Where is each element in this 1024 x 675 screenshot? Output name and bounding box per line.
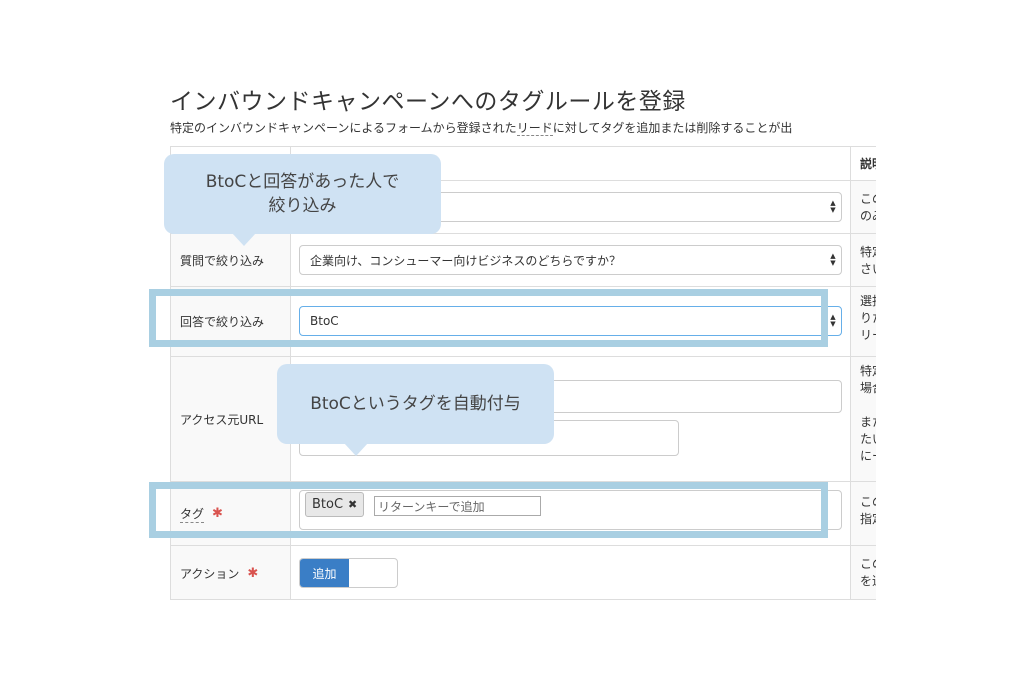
campaign-desc-line: のみ — [860, 209, 876, 223]
action-desc-cell: この を追 — [850, 546, 876, 599]
action-label-cell: アクション ✱ — [171, 546, 291, 599]
question-label-cell: 質問で絞り込み — [171, 234, 291, 286]
url-desc-line: たい — [860, 432, 876, 446]
question-desc-cell: 特定 さい — [850, 234, 876, 286]
select-arrows-icon: ▲ ▼ — [830, 199, 836, 214]
page-description: 特定のインバウンドキャンペーンによるフォームから登録されたリードに対してタグを追… — [170, 119, 876, 136]
url-desc-line: 特定 — [860, 364, 876, 378]
answer-desc-line: りた — [860, 311, 876, 325]
question-select-value: 企業向け、コンシューマー向けビジネスのどちらですか？ — [310, 253, 622, 268]
description-text-after: に対してタグを追加または削除することが出 — [552, 121, 793, 135]
tag-desc-line: 指定 — [860, 512, 876, 526]
callout-tail — [232, 233, 256, 246]
required-icon: ✱ — [247, 566, 259, 581]
url-desc-line: また — [860, 415, 876, 429]
lead-link[interactable]: リード — [516, 121, 553, 136]
question-desc-line: さい — [860, 262, 876, 276]
url-desc-line: 場合 — [860, 381, 876, 395]
url-desc-spacer — [860, 397, 876, 414]
answer-desc-line: 選択 — [860, 294, 876, 308]
select-arrows-icon: ▲ ▼ — [830, 313, 836, 328]
action-row: アクション ✱ 追加 この を追 — [171, 546, 876, 599]
url-desc-line: にー — [860, 449, 876, 463]
access-url-label-cell: アクセス元URL — [171, 357, 291, 481]
action-desc-line: この — [860, 557, 876, 571]
answer-highlight-frame — [149, 289, 828, 347]
select-arrows-icon: ▲ ▼ — [830, 252, 836, 267]
answer-callout-line: 絞り込み — [268, 196, 337, 216]
answer-desc-cell: 選択 りた リー — [850, 287, 876, 356]
header-desc-cell: 説明 — [850, 147, 876, 180]
action-toggle[interactable]: 追加 — [299, 558, 398, 588]
action-label: アクション — [180, 567, 240, 581]
answer-callout-line: BtoCと回答があった人で — [205, 172, 400, 192]
action-toggle-on[interactable]: 追加 — [300, 559, 349, 587]
question-desc-line: 特定 — [860, 245, 876, 259]
campaign-desc-line: この — [860, 192, 876, 206]
answer-desc-line: リー — [860, 328, 876, 342]
question-row: 質問で絞り込み 企業向け、コンシューマー向けビジネスのどちらですか？ ▲▼ 特定… — [171, 234, 876, 287]
answer-filter-callout: BtoCと回答があった人で 絞り込み — [164, 154, 441, 246]
callout-tail — [344, 443, 368, 456]
campaign-desc-cell: この のみ — [850, 181, 876, 233]
tag-callout-text: BtoCというタグを自動付与 — [310, 394, 521, 414]
question-select[interactable]: 企業向け、コンシューマー向けビジネスのどちらですか？ ▲ ▼ — [299, 245, 842, 275]
tag-auto-callout: BtoCというタグを自動付与 — [277, 364, 554, 456]
description-text-before: 特定のインバウンドキャンペーンによるフォームから登録された — [170, 121, 517, 135]
action-desc-line: を追 — [860, 574, 876, 588]
tag-desc-line: この — [860, 495, 876, 509]
access-url-desc-cell: 特定 場合 また たい にー — [850, 357, 876, 481]
tag-desc-cell: この 指定 — [850, 482, 876, 545]
page-title: インバウンドキャンペーンへのタグルールを登録 — [170, 89, 686, 115]
tag-highlight-frame — [149, 482, 828, 538]
